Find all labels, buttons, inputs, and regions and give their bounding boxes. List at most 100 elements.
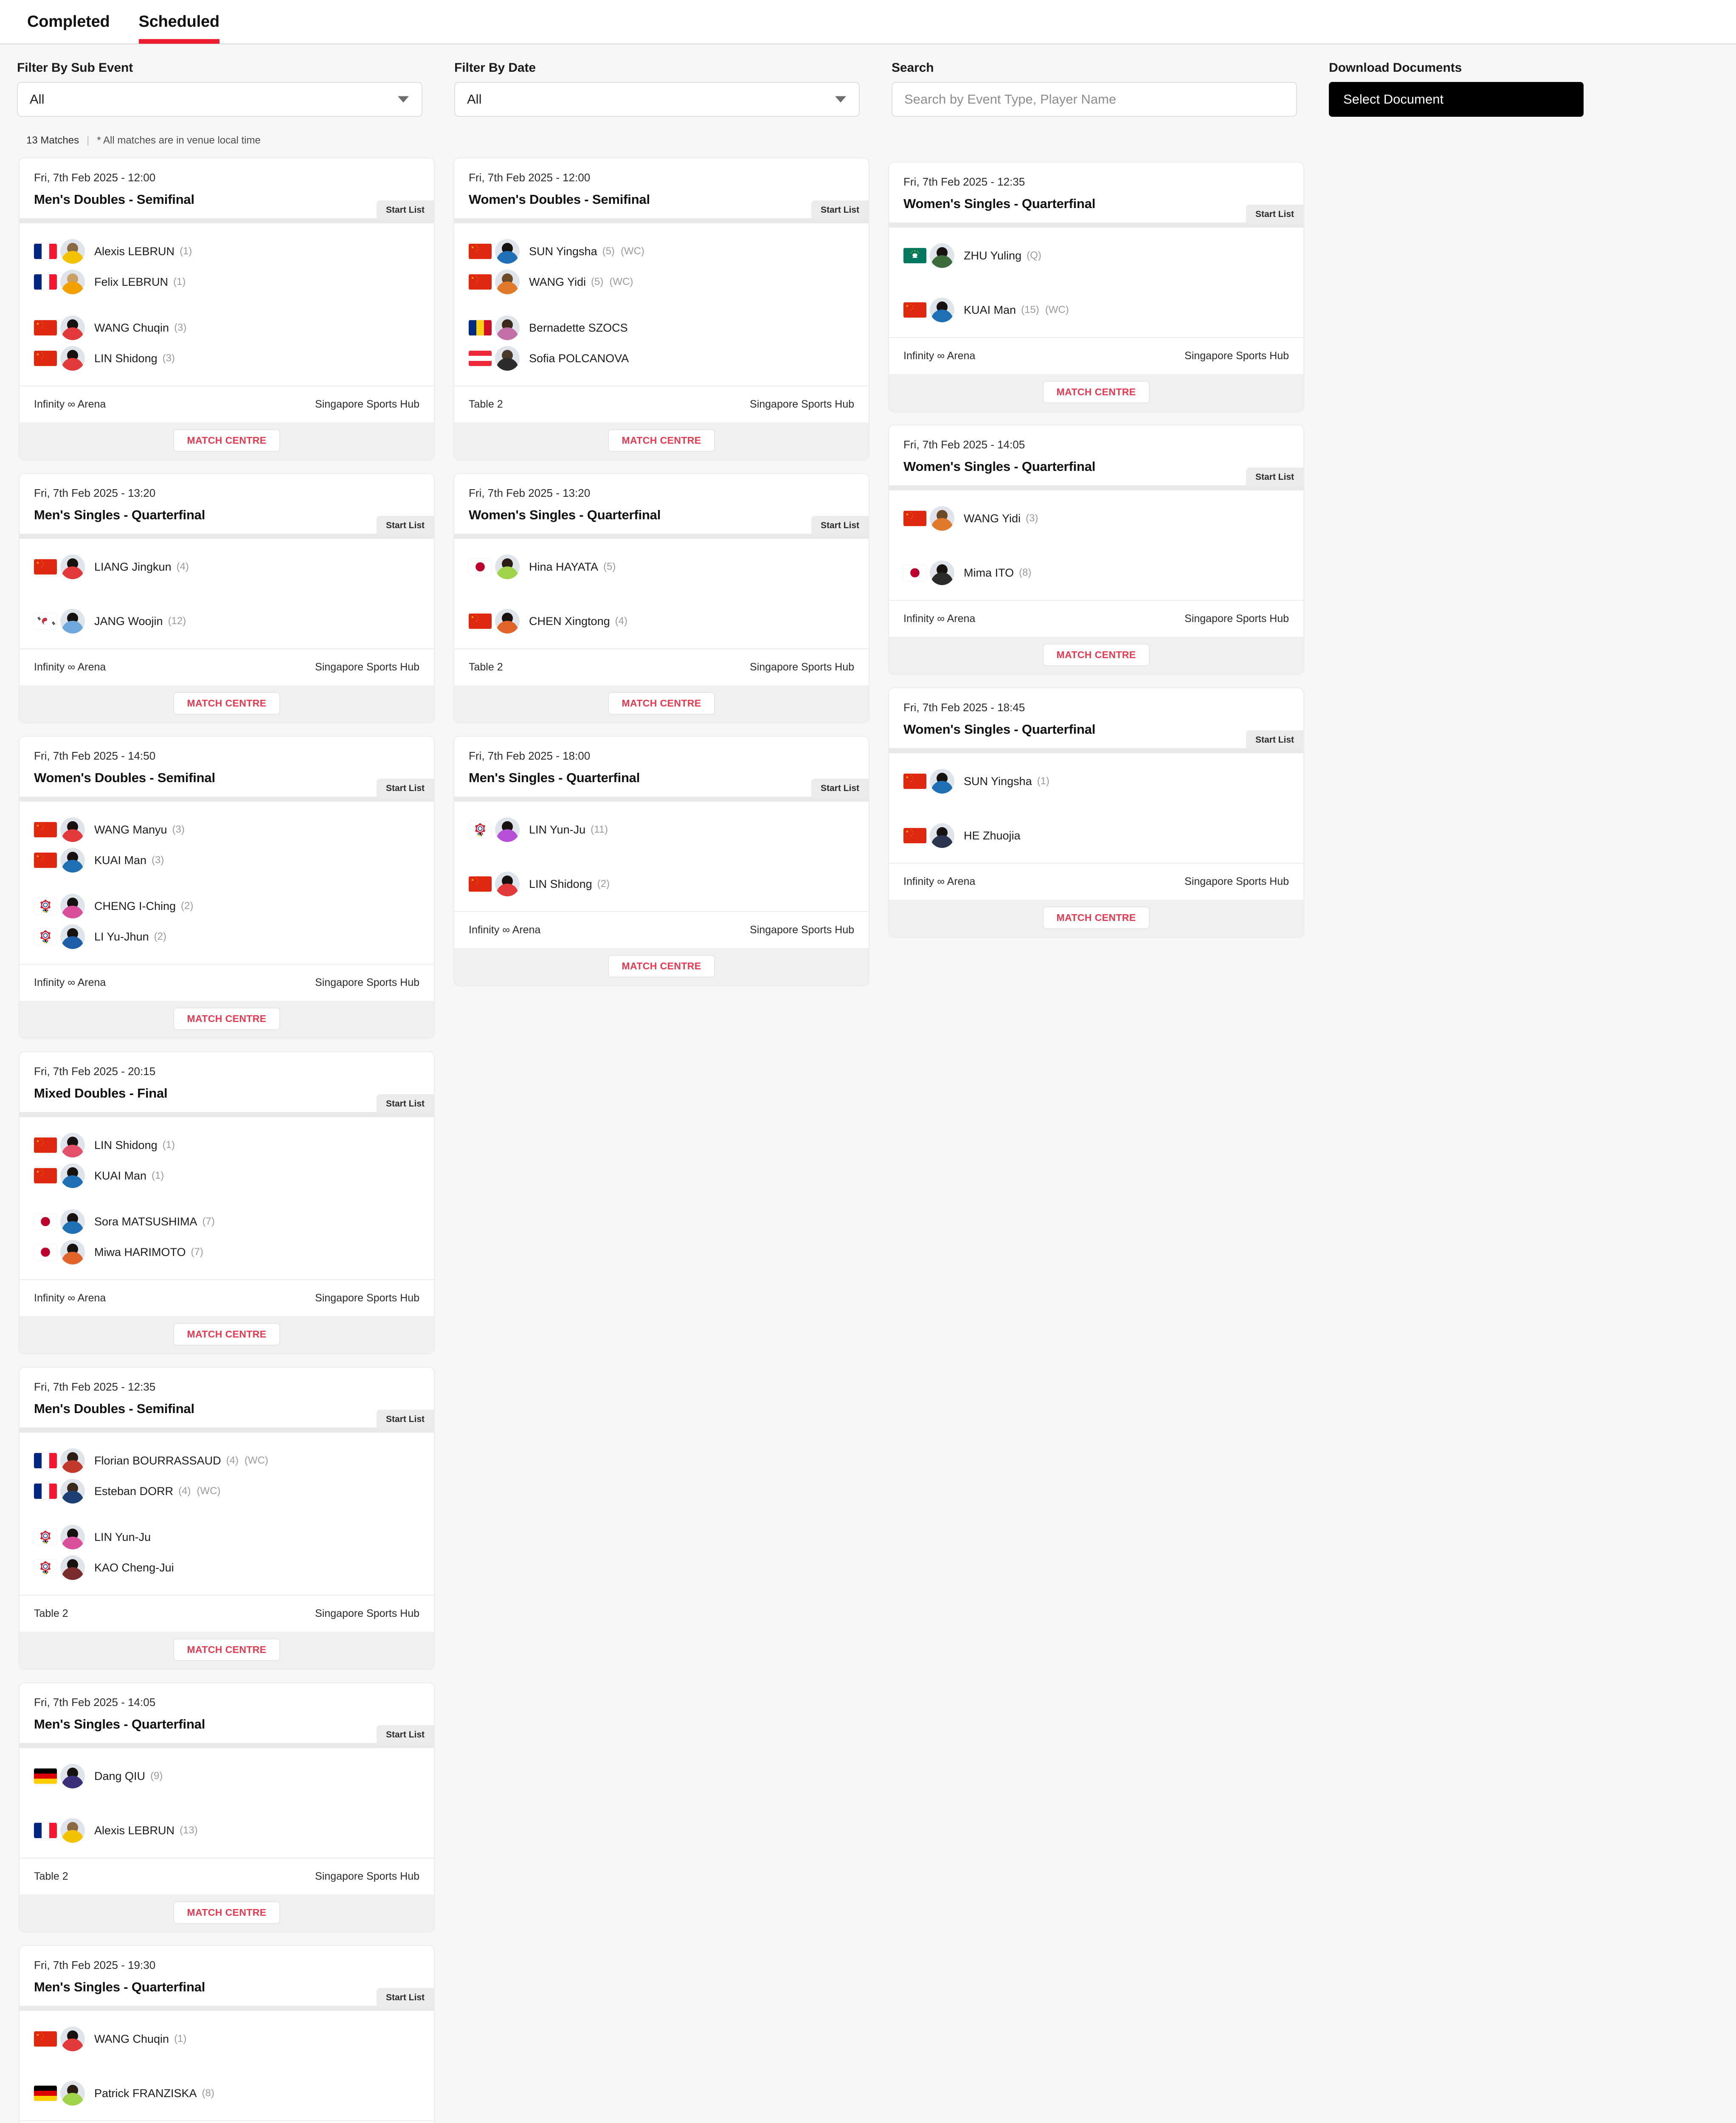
- match-centre-button[interactable]: MATCH CENTRE: [608, 692, 715, 715]
- flag-icon-cn: [469, 274, 492, 290]
- match-centre-button[interactable]: MATCH CENTRE: [173, 1008, 280, 1030]
- venue-name: Infinity ∞ Arena: [903, 876, 976, 887]
- player-wildcard-badge: (WC): [620, 245, 644, 257]
- start-list-button[interactable]: Start List: [376, 779, 434, 798]
- start-list-button[interactable]: Start List: [811, 516, 869, 535]
- match-card[interactable]: Fri, 7th Feb 2025 - 18:45 Women's Singles…: [888, 687, 1304, 938]
- player-name: KUAI Man: [94, 1169, 147, 1182]
- match-card[interactable]: Fri, 7th Feb 2025 - 14:05 Women's Singles…: [888, 425, 1304, 675]
- avatar-body: [62, 829, 84, 842]
- venue-row: Infinity ∞ Arena Singapore Sports Hub: [889, 600, 1303, 637]
- match-card[interactable]: Fri, 7th Feb 2025 - 19:30 Men's Singles -…: [19, 1945, 435, 2123]
- venue-row: Infinity ∞ Arena Singapore Sports Hub: [20, 1279, 434, 1316]
- player-seed: (7): [202, 1216, 215, 1227]
- team: LIANG Jingkun (4): [34, 552, 419, 582]
- match-datetime: Fri, 7th Feb 2025 - 18:45: [903, 701, 1025, 714]
- match-centre-button[interactable]: MATCH CENTRE: [173, 1639, 280, 1661]
- player-name: Miwa HARIMOTO: [94, 1245, 186, 1259]
- match-column: Fri, 7th Feb 2025 - 12:35 Men's Doubles -…: [9, 1367, 444, 2123]
- players-section: Dang QIU (9) Alexis LEBRUN (13): [20, 1748, 434, 1858]
- start-list-button[interactable]: Start List: [376, 1988, 434, 2008]
- tab-scheduled[interactable]: Scheduled: [124, 0, 234, 44]
- match-card[interactable]: Fri, 7th Feb 2025 - 13:20 Men's Singles -…: [19, 473, 435, 723]
- filter-sub-event-select[interactable]: All: [17, 82, 422, 117]
- player-seed: (4): [226, 1455, 239, 1466]
- flag-icon-tw: [469, 822, 492, 838]
- players-section: LIANG Jingkun (4) JANG Woojin (12): [20, 539, 434, 648]
- player-seed: (1): [173, 276, 186, 287]
- filter-date-select[interactable]: All: [454, 82, 860, 117]
- player-seed: (3): [152, 854, 164, 866]
- team: Sora MATSUSHIMA (7) Miwa HARIMOTO (7): [34, 1206, 419, 1267]
- start-list-button[interactable]: Start List: [811, 200, 869, 220]
- select-document-button[interactable]: Select Document: [1329, 82, 1584, 117]
- filter-date-value: All: [467, 92, 482, 107]
- match-card[interactable]: Fri, 7th Feb 2025 - 20:15 Mixed Doubles -…: [19, 1051, 435, 1354]
- match-card[interactable]: Fri, 7th Feb 2025 - 12:00 Men's Doubles -…: [19, 158, 435, 460]
- player-avatar: [930, 769, 954, 794]
- match-column: Fri, 7th Feb 2025 - 12:00 Men's Doubles -…: [9, 158, 444, 1367]
- match-centre-button[interactable]: MATCH CENTRE: [173, 1901, 280, 1924]
- match-card[interactable]: Fri, 7th Feb 2025 - 14:05 Men's Singles -…: [19, 1682, 435, 1932]
- search-box[interactable]: [892, 82, 1297, 117]
- match-card[interactable]: Fri, 7th Feb 2025 - 12:00 Women's Doubles…: [453, 158, 869, 460]
- start-list-button[interactable]: Start List: [376, 1725, 434, 1745]
- player-name: KUAI Man: [94, 853, 147, 867]
- start-list-button[interactable]: Start List: [376, 1094, 434, 1114]
- match-centre-button[interactable]: MATCH CENTRE: [1043, 907, 1150, 929]
- avatar-body: [496, 327, 518, 340]
- avatar-body: [62, 1175, 84, 1188]
- player-wildcard-badge: (WC): [244, 1455, 268, 1466]
- players-section: WANG Chuqin (1) Patrick FRANZISKA (8): [20, 2011, 434, 2120]
- avatar-body: [62, 327, 84, 340]
- player-row: Florian BOURRASSAUD (4) (WC): [34, 1445, 419, 1476]
- match-centre-button[interactable]: MATCH CENTRE: [173, 429, 280, 452]
- tab-bar: Completed Scheduled: [0, 0, 1736, 45]
- match-datetime: Fri, 7th Feb 2025 - 14:05: [903, 438, 1025, 451]
- match-card[interactable]: Fri, 7th Feb 2025 - 18:00 Men's Singles -…: [453, 736, 869, 986]
- match-centre-button[interactable]: MATCH CENTRE: [1043, 644, 1150, 666]
- match-centre-button[interactable]: MATCH CENTRE: [173, 692, 280, 715]
- player-row: Esteban DORR (4) (WC): [34, 1476, 419, 1506]
- player-avatar: [930, 243, 954, 268]
- match-title: Men's Doubles - Semifinal: [34, 192, 194, 207]
- start-list-button[interactable]: Start List: [376, 200, 434, 220]
- player-row: WANG Yidi (5) (WC): [469, 267, 854, 297]
- players-section: Alexis LEBRUN (1) Felix LEBRUN (1) WANG Chuq…: [20, 223, 434, 386]
- player-avatar: [495, 346, 520, 371]
- match-card[interactable]: Fri, 7th Feb 2025 - 12:35 Men's Doubles -…: [19, 1367, 435, 1670]
- tab-completed[interactable]: Completed: [13, 0, 124, 31]
- match-centre-button[interactable]: MATCH CENTRE: [1043, 381, 1150, 403]
- match-card[interactable]: Fri, 7th Feb 2025 - 12:35 Women's Singles…: [888, 162, 1304, 412]
- avatar-body: [62, 1830, 84, 1843]
- start-list-button[interactable]: Start List: [376, 1410, 434, 1429]
- flag-icon-cn: [903, 302, 926, 318]
- start-list-button[interactable]: Start List: [1246, 467, 1303, 487]
- match-card[interactable]: Fri, 7th Feb 2025 - 14:50 Women's Doubles…: [19, 736, 435, 1039]
- match-card[interactable]: Fri, 7th Feb 2025 - 13:20 Women's Singles…: [453, 473, 869, 723]
- match-title: Men's Singles - Quarterfinal: [34, 1717, 205, 1732]
- flag-icon-cn: [903, 828, 926, 844]
- match-centre-button[interactable]: MATCH CENTRE: [608, 955, 715, 977]
- match-datetime: Fri, 7th Feb 2025 - 12:00: [469, 171, 591, 184]
- avatar-body: [496, 884, 518, 896]
- venue-row: Table 2 Singapore Sports Hub: [20, 1595, 434, 1632]
- players-section: WANG Manyu (3) KUAI Man (3) CHENG I-Ching (2)…: [20, 802, 434, 964]
- venue-location: Singapore Sports Hub: [750, 398, 854, 410]
- player-name: Alexis LEBRUN: [94, 245, 175, 258]
- start-list-button[interactable]: Start List: [376, 516, 434, 535]
- start-list-button[interactable]: Start List: [1246, 730, 1303, 750]
- start-list-button[interactable]: Start List: [811, 779, 869, 798]
- player-name: Sora MATSUSHIMA: [94, 1215, 197, 1228]
- match-card-header: Fri, 7th Feb 2025 - 12:00 Women's Doubles…: [454, 158, 869, 220]
- search-input[interactable]: [904, 92, 1284, 107]
- match-datetime: Fri, 7th Feb 2025 - 20:15: [34, 1065, 156, 1078]
- match-card-footer: MATCH CENTRE: [20, 1316, 434, 1353]
- match-centre-button[interactable]: MATCH CENTRE: [173, 1323, 280, 1346]
- flag-icon-cn: [34, 822, 57, 838]
- player-seed: (3): [172, 824, 185, 835]
- venue-name: Infinity ∞ Arena: [34, 398, 106, 410]
- chevron-down-icon: [398, 96, 409, 103]
- match-centre-button[interactable]: MATCH CENTRE: [608, 429, 715, 452]
- start-list-button[interactable]: Start List: [1246, 205, 1303, 224]
